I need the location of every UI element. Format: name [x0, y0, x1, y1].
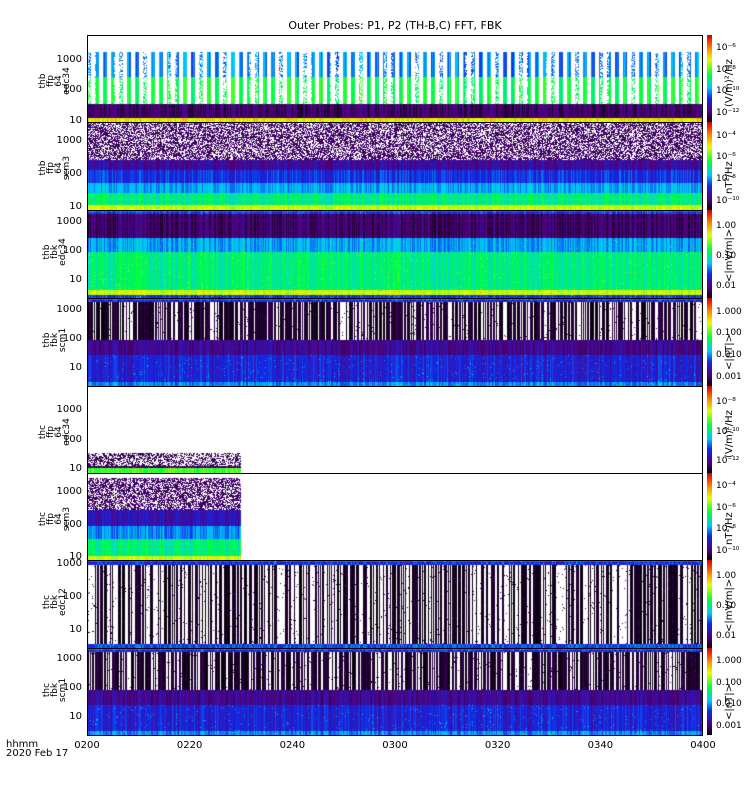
colorbar-tick-label: 10⁻¹² [716, 107, 740, 118]
colorbar-unit-label: <|mV/m|> [724, 578, 735, 632]
colorbar-unit-label: <|nT|> [724, 683, 735, 720]
colorbar-unit-label: nT²/Hz [724, 161, 735, 194]
colorbar-tick-label: 10⁻⁶ [716, 43, 736, 54]
colorbar-gradient [707, 473, 712, 560]
spectrogram-panel [87, 298, 703, 386]
colorbar-gradient [707, 35, 712, 122]
y-tick-label: 1000 [56, 485, 82, 497]
x-tick-label: 0220 [176, 740, 203, 751]
spectrogram-image [87, 122, 703, 210]
colorbar-tick-label: 10⁻⁸ [716, 396, 736, 407]
colorbar-tick-label: 1.000 [716, 306, 742, 317]
colorbar-tick-label: 10⁻¹⁰ [716, 195, 740, 206]
spectrogram-image [87, 298, 703, 386]
colorbar-unit-label: <|nT|> [724, 334, 735, 370]
colorbar-tick-label: 10⁻⁶ [716, 502, 736, 513]
x-axis-label-date: 2020 Feb 17 [6, 748, 69, 759]
colorbar-gradient [707, 210, 712, 298]
colorbar [707, 386, 712, 473]
y-tick-label: 10 [69, 361, 82, 373]
colorbar-unit-label: nT²/Hz [724, 511, 735, 545]
colorbar-unit-label: (V/m)²/Hz [724, 409, 735, 458]
colorbar [707, 560, 712, 648]
colorbar-unit-label: <|mV/m|> [724, 228, 735, 282]
spectrogram-image [87, 560, 703, 648]
chart-title: Outer Probes: P1, P2 (TH-B,C) FFT, FBK [288, 19, 502, 32]
colorbar [707, 35, 712, 122]
x-tick-label: 0320 [484, 740, 511, 751]
y-tick-label: 100 [62, 244, 82, 256]
y-tick-label: 10 [69, 115, 82, 126]
spectrogram-image [87, 648, 703, 735]
spectrogram-panel [87, 386, 703, 473]
y-tick-label: 10 [69, 623, 82, 635]
y-tick-label: 100 [62, 518, 82, 530]
y-tick-label: 1000 [56, 557, 82, 569]
x-tick-label: 0400 [690, 740, 716, 751]
colorbar-unit-label: (V/m)²/Hz [724, 58, 735, 107]
colorbar-tick-label: 10⁻⁴ [716, 481, 736, 492]
y-tick-label: 10 [69, 710, 82, 722]
spectrogram-panel [87, 122, 703, 210]
y-tick-label: 10 [69, 201, 82, 213]
x-tick-label: 0340 [587, 740, 614, 751]
spectrogram-panel [87, 648, 703, 735]
y-tick-label: 100 [62, 590, 82, 602]
spectrogram-image [87, 386, 703, 473]
y-tick-label: 100 [62, 168, 82, 180]
spectrogram-panel [87, 473, 703, 560]
y-tick-label: 10 [69, 463, 82, 475]
colorbar-tick-label: 1.000 [716, 656, 742, 667]
y-tick-label: 1000 [56, 215, 82, 227]
colorbar-gradient [707, 386, 712, 473]
y-tick-label: 100 [62, 682, 82, 694]
y-tick-label: 100 [62, 332, 82, 344]
colorbar [707, 122, 712, 210]
y-tick-label: 1000 [56, 135, 82, 146]
x-tick-label: 0240 [279, 740, 306, 751]
x-tick-label: 0200 [74, 740, 100, 751]
colorbar-tick-label: 0.01 [716, 631, 737, 641]
colorbar [707, 648, 712, 735]
x-tick-label: 0300 [382, 740, 408, 751]
y-tick-label: 100 [62, 84, 82, 96]
y-tick-label: 1000 [56, 403, 82, 415]
colorbar-tick-label: 10⁻¹⁰ [716, 545, 740, 556]
colorbar-gradient [707, 560, 712, 648]
colorbar-gradient [707, 298, 712, 386]
y-tick-label: 1000 [56, 303, 82, 315]
spectrogram-image [87, 210, 703, 298]
spectrogram-panel [87, 560, 703, 648]
colorbar-tick-label: 0.01 [716, 281, 737, 291]
spectrogram-panel [87, 35, 703, 122]
spectrogram-image [87, 35, 703, 122]
colorbar [707, 210, 712, 298]
colorbar-gradient [707, 648, 712, 735]
colorbar-tick-label: 0.001 [716, 371, 742, 382]
colorbar-gradient [707, 122, 712, 210]
spectrogram-image [87, 473, 703, 560]
y-tick-label: 10 [69, 273, 82, 285]
colorbar [707, 298, 712, 386]
colorbar-tick-label: 10⁻⁴ [716, 130, 736, 141]
colorbar [707, 473, 712, 560]
spectrogram-panel [87, 210, 703, 298]
y-tick-label: 1000 [56, 53, 82, 65]
y-tick-label: 1000 [56, 653, 82, 665]
colorbar-tick-label: 0.001 [716, 720, 742, 731]
y-tick-label: 100 [62, 433, 82, 445]
